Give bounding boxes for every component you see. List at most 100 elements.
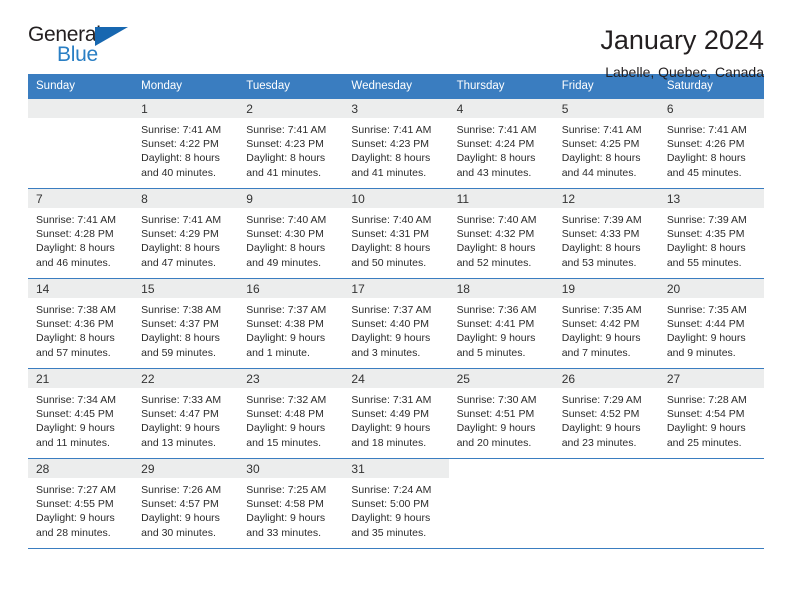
calendar-cell-day[interactable]: 1 Sunrise: 7:41 AM Sunset: 4:22 PM Daylight… <box>133 98 239 189</box>
sunset-text: Sunset: 4:24 PM <box>456 138 535 151</box>
daylight-text-line1: Daylight: 8 hours <box>561 242 641 255</box>
sunrise-text: Sunrise: 7:41 AM <box>36 214 116 226</box>
sunset-text: Sunset: 4:22 PM <box>141 138 219 151</box>
day-number <box>449 459 554 478</box>
daylight-text-line2: and 52 minutes. <box>456 256 532 269</box>
calendar-cell-day[interactable]: 13 Sunrise: 7:39 AM Sunset: 4:35 PM Dayligh… <box>658 188 764 279</box>
calendar-cell-day[interactable]: 17 Sunrise: 7:37 AM Sunset: 4:40 PM Dayligh… <box>343 278 449 369</box>
day-details: Sunrise: 7:38 AM Sunset: 4:37 PM Daylight:… <box>133 298 238 360</box>
calendar-page: General Blue January 2024 Labelle, Quebe… <box>0 0 792 612</box>
daylight-text-line1: Daylight: 9 hours <box>36 512 115 525</box>
sunset-text: Sunset: 4:30 PM <box>246 228 324 241</box>
day-details: Sunrise: 7:33 AM Sunset: 4:47 PM Daylight:… <box>133 388 238 450</box>
calendar-cell-day[interactable]: 10 Sunrise: 7:40 AM Sunset: 4:31 PM Dayligh… <box>343 188 449 279</box>
calendar-cell-day[interactable]: 27 Sunrise: 7:28 AM Sunset: 4:54 PM Dayligh… <box>658 368 764 459</box>
calendar-cell-day[interactable]: 25 Sunrise: 7:30 AM Sunset: 4:51 PM Dayligh… <box>448 368 554 459</box>
day-number: 30 <box>238 459 344 478</box>
general-blue-logo[interactable]: General Blue <box>28 24 146 72</box>
sunset-text: Sunset: 4:28 PM <box>36 228 114 241</box>
daylight-text-line1: Daylight: 9 hours <box>141 422 220 435</box>
sunrise-text: Sunrise: 7:40 AM <box>246 214 327 226</box>
daylight-text-line1: Daylight: 9 hours <box>246 332 326 345</box>
day-number: 20 <box>658 279 764 298</box>
day-details: Sunrise: 7:37 AM Sunset: 4:38 PM Daylight:… <box>238 298 343 360</box>
sunset-text: Sunset: 4:37 PM <box>141 318 219 331</box>
sunrise-text: Sunrise: 7:41 AM <box>561 124 642 136</box>
daylight-text-line2: and 45 minutes. <box>666 166 742 179</box>
daylight-text-line1: Daylight: 8 hours <box>36 242 115 255</box>
daylight-text-line1: Daylight: 8 hours <box>351 152 431 165</box>
daylight-text-line2: and 59 minutes. <box>141 346 216 359</box>
calendar-cell-empty <box>553 458 659 549</box>
daylight-text-line2: and 3 minutes. <box>351 346 421 359</box>
sunset-text: Sunset: 4:32 PM <box>456 228 535 241</box>
daylight-text-line1: Daylight: 9 hours <box>351 422 431 435</box>
sunrise-text: Sunrise: 7:39 AM <box>666 214 747 226</box>
daylight-text-line2: and 55 minutes. <box>666 256 742 269</box>
sunset-text: Sunset: 4:47 PM <box>141 408 219 421</box>
calendar-cell-day[interactable]: 28 Sunrise: 7:27 AM Sunset: 4:55 PM Dayligh… <box>28 458 134 549</box>
calendar-cell-day[interactable]: 8 Sunrise: 7:41 AM Sunset: 4:29 PM Daylight… <box>133 188 239 279</box>
calendar-cell-day[interactable]: 11 Sunrise: 7:40 AM Sunset: 4:32 PM Dayligh… <box>448 188 554 279</box>
sunrise-text: Sunrise: 7:41 AM <box>351 124 432 136</box>
day-number: 11 <box>448 189 554 208</box>
day-details: Sunrise: 7:30 AM Sunset: 4:51 PM Daylight:… <box>449 388 554 450</box>
calendar-cell-day[interactable]: 23 Sunrise: 7:32 AM Sunset: 4:48 PM Dayligh… <box>238 368 344 459</box>
sunset-text: Sunset: 4:36 PM <box>36 318 114 331</box>
sunrise-text: Sunrise: 7:27 AM <box>36 484 116 496</box>
daylight-text-line1: Daylight: 8 hours <box>666 242 746 255</box>
calendar-cell-day[interactable]: 15 Sunrise: 7:38 AM Sunset: 4:37 PM Dayligh… <box>133 278 239 369</box>
day-number: 27 <box>658 369 764 388</box>
sunset-text: Sunset: 4:58 PM <box>246 498 324 511</box>
calendar-cell-day[interactable]: 19 Sunrise: 7:35 AM Sunset: 4:42 PM Dayligh… <box>553 278 659 369</box>
daylight-text-line2: and 9 minutes. <box>666 346 736 359</box>
daylight-text-line2: and 44 minutes. <box>561 166 637 179</box>
day-number: 18 <box>448 279 554 298</box>
sunset-text: Sunset: 4:35 PM <box>666 228 745 241</box>
calendar-cell-day[interactable]: 7 Sunrise: 7:41 AM Sunset: 4:28 PM Daylight… <box>28 188 134 279</box>
day-number: 15 <box>133 279 239 298</box>
calendar-cell-day[interactable]: 4 Sunrise: 7:41 AM Sunset: 4:24 PM Daylight… <box>448 98 554 189</box>
sunset-text: Sunset: 4:52 PM <box>561 408 640 421</box>
sunset-text: Sunset: 4:29 PM <box>141 228 219 241</box>
sunrise-text: Sunrise: 7:37 AM <box>246 304 327 316</box>
calendar-cell-day[interactable]: 14 Sunrise: 7:38 AM Sunset: 4:36 PM Dayligh… <box>28 278 134 369</box>
calendar-cell-day[interactable]: 12 Sunrise: 7:39 AM Sunset: 4:33 PM Dayligh… <box>553 188 659 279</box>
day-details: Sunrise: 7:41 AM Sunset: 4:28 PM Daylight:… <box>28 208 133 270</box>
calendar-cell-day[interactable]: 30 Sunrise: 7:25 AM Sunset: 4:58 PM Dayligh… <box>238 458 344 549</box>
calendar-cell-day[interactable]: 18 Sunrise: 7:36 AM Sunset: 4:41 PM Dayligh… <box>448 278 554 369</box>
calendar-cell-empty <box>448 458 554 549</box>
calendar-cell-day[interactable]: 26 Sunrise: 7:29 AM Sunset: 4:52 PM Dayligh… <box>553 368 659 459</box>
day-number: 9 <box>238 189 344 208</box>
logo-text-blue: Blue <box>57 43 98 66</box>
calendar-cell-day[interactable]: 24 Sunrise: 7:31 AM Sunset: 4:49 PM Dayligh… <box>343 368 449 459</box>
sunrise-text: Sunrise: 7:35 AM <box>666 304 747 316</box>
daylight-text-line2: and 40 minutes. <box>141 166 216 179</box>
daylight-text-line2: and 23 minutes. <box>561 436 637 449</box>
calendar-cell-day[interactable]: 29 Sunrise: 7:26 AM Sunset: 4:57 PM Dayligh… <box>133 458 239 549</box>
calendar-cell-day[interactable]: 22 Sunrise: 7:33 AM Sunset: 4:47 PM Dayligh… <box>133 368 239 459</box>
calendar-cell-day[interactable]: 31 Sunrise: 7:24 AM Sunset: 5:00 PM Dayligh… <box>343 458 449 549</box>
page-subtitle: Labelle, Quebec, Canada <box>605 63 764 80</box>
calendar-cell-day[interactable]: 21 Sunrise: 7:34 AM Sunset: 4:45 PM Dayligh… <box>28 368 134 459</box>
calendar-cell-day[interactable]: 9 Sunrise: 7:40 AM Sunset: 4:30 PM Daylight… <box>238 188 344 279</box>
day-number: 26 <box>553 369 659 388</box>
calendar-cell-day[interactable]: 6 Sunrise: 7:41 AM Sunset: 4:26 PM Daylight… <box>658 98 764 189</box>
calendar-cell-day[interactable]: 5 Sunrise: 7:41 AM Sunset: 4:25 PM Daylight… <box>553 98 659 189</box>
daylight-text-line1: Daylight: 8 hours <box>36 332 115 345</box>
daylight-text-line2: and 46 minutes. <box>36 256 111 269</box>
sunset-text: Sunset: 4:51 PM <box>456 408 535 421</box>
daylight-text-line1: Daylight: 9 hours <box>141 512 220 525</box>
weekday-header-tuesday: Tuesday <box>238 74 344 99</box>
day-number <box>554 459 659 478</box>
calendar-cell-day[interactable]: 3 Sunrise: 7:41 AM Sunset: 4:23 PM Daylight… <box>343 98 449 189</box>
day-number: 5 <box>553 99 659 118</box>
daylight-text-line2: and 1 minute. <box>246 346 310 359</box>
sunrise-text: Sunrise: 7:35 AM <box>561 304 642 316</box>
daylight-text-line1: Daylight: 9 hours <box>456 332 536 345</box>
calendar-cell-day[interactable]: 16 Sunrise: 7:37 AM Sunset: 4:38 PM Dayligh… <box>238 278 344 369</box>
daylight-text-line1: Daylight: 9 hours <box>36 422 115 435</box>
calendar-cell-day[interactable]: 2 Sunrise: 7:41 AM Sunset: 4:23 PM Daylight… <box>238 98 344 189</box>
daylight-text-line1: Daylight: 8 hours <box>351 242 431 255</box>
calendar-cell-day[interactable]: 20 Sunrise: 7:35 AM Sunset: 4:44 PM Dayligh… <box>658 278 764 369</box>
